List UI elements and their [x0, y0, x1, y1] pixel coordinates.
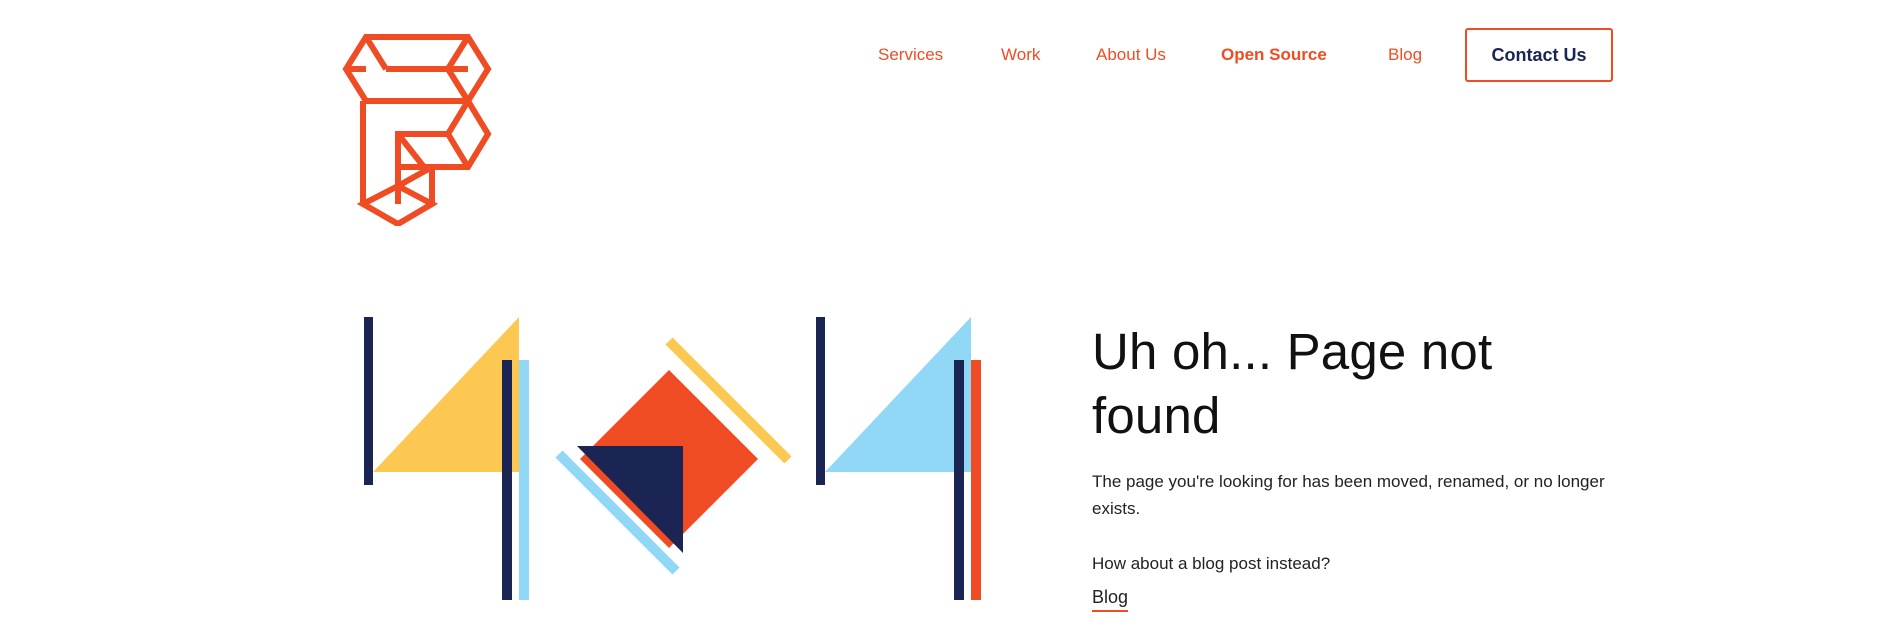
nav-about-us[interactable]: About Us — [1096, 45, 1166, 65]
404-geometric-illustration — [364, 317, 981, 600]
contact-us-button[interactable]: Contact Us — [1465, 28, 1613, 82]
nav-work[interactable]: Work — [1001, 45, 1040, 65]
not-found-content: Uh oh... Page not found The page you're … — [1092, 320, 1632, 612]
nav-open-source[interactable]: Open Source — [1221, 45, 1327, 65]
nav-blog[interactable]: Blog — [1388, 45, 1422, 65]
page: Services Work About Us Open Source Blog … — [0, 0, 1904, 641]
page-title: Uh oh... Page not found — [1092, 323, 1493, 444]
main-nav: Services Work About Us Open Source Blog … — [0, 28, 1904, 84]
page-description: The page you're looking for has been mov… — [1092, 472, 1605, 518]
blog-prompt: How about a blog post instead? — [1092, 554, 1331, 573]
blog-link[interactable]: Blog — [1092, 587, 1129, 612]
illustration-404 — [356, 310, 996, 600]
nav-services[interactable]: Services — [878, 45, 943, 65]
